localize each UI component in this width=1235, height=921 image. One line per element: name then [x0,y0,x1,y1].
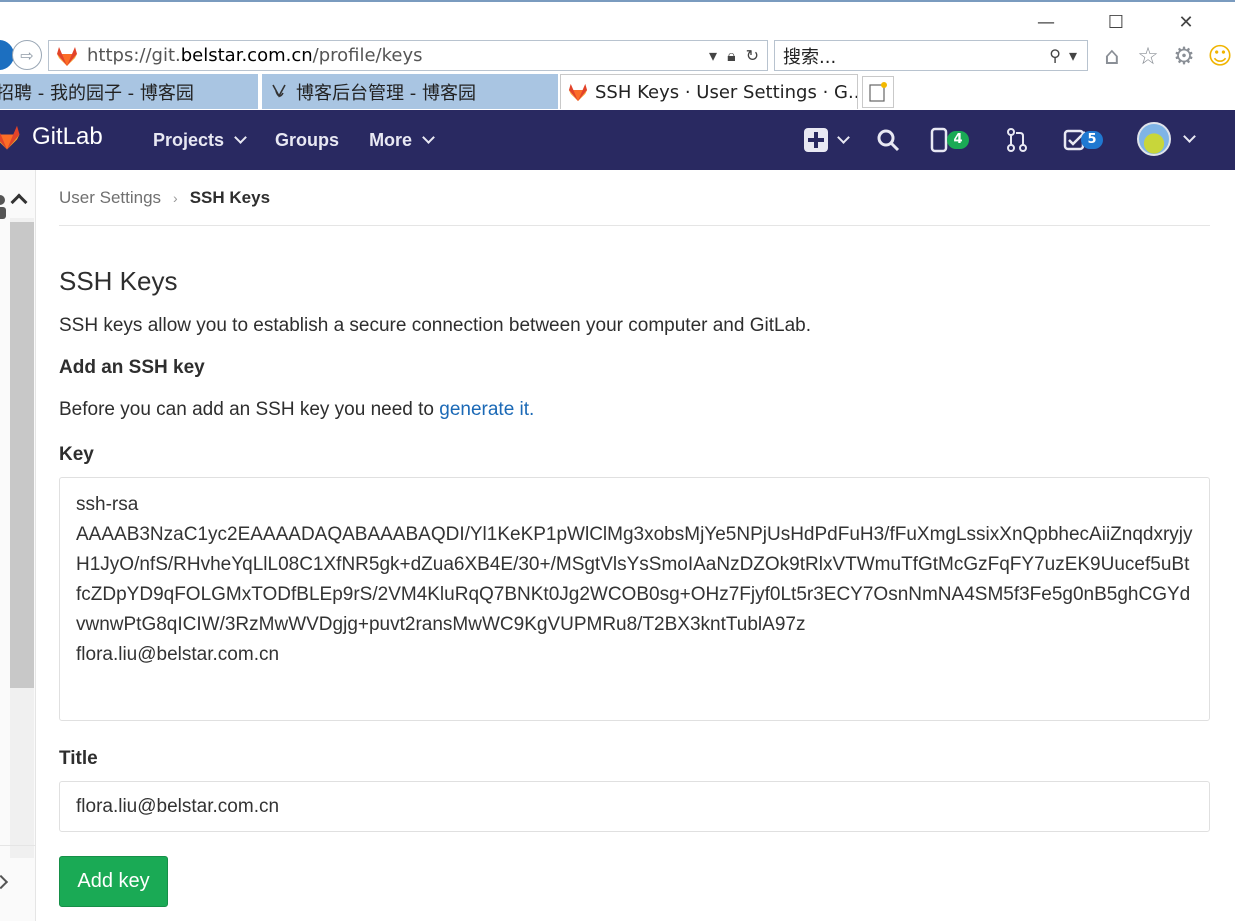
todos-count-badge: 5 [1081,131,1103,149]
chevron-down-icon [837,131,850,144]
user-profile-icon[interactable] [0,192,10,220]
chevron-down-icon [422,131,435,144]
settings-sidebar [0,170,36,921]
add-key-button[interactable]: Add key [59,856,168,907]
breadcrumb-user-settings[interactable]: User Settings [59,188,161,208]
title-label: Title [59,748,98,769]
chevron-up-icon[interactable] [10,193,28,211]
main-content: User Settings › SSH Keys SSH Keys SSH ke… [59,170,1210,907]
gitlab-home-link[interactable]: GitLab [0,122,103,152]
favorites-star-icon[interactable]: ☆ [1134,42,1162,70]
expand-sidebar-icon[interactable] [0,874,9,890]
minimize-icon[interactable]: — [1011,8,1081,36]
tab-label: 博客后台管理 - 博客园 [296,82,476,104]
key-textarea[interactable] [59,477,1210,721]
nav-more[interactable]: More [369,129,435,151]
search-icon [877,129,900,152]
browser-search-box[interactable]: 搜索... ⚲ ▾ [774,40,1088,71]
tab-recruit[interactable]: 招聘 - 我的园子 - 博客园 [0,74,258,109]
lock-icon[interactable]: 🔒︎ [727,46,736,66]
generate-hint: Before you can add an SSH key you need t… [59,399,534,421]
nav-menu: Projects Groups More [153,110,435,170]
close-window-icon[interactable]: ✕ [1151,8,1221,36]
cnblogs-icon [268,81,290,103]
address-bar[interactable]: https://git.belstar.com.cn/profile/keys … [48,40,768,71]
refresh-icon[interactable]: ↻ [746,46,759,66]
home-icon[interactable]: ⌂ [1098,42,1126,70]
breadcrumb: User Settings › SSH Keys [59,170,1210,226]
tab-blog-admin[interactable]: 博客后台管理 - 博客园 [262,74,558,109]
sidebar-scrollbar[interactable] [10,222,34,688]
nav-groups[interactable]: Groups [275,130,339,151]
feedback-smiley-icon[interactable]: ☺ [1206,42,1234,70]
avatar [1137,122,1171,156]
tab-label: SSH Keys · User Settings · G... [595,81,858,103]
merge-requests-button[interactable] [1006,124,1028,156]
tab-bar: 招聘 - 我的园子 - 博客园 博客后台管理 - 博客园 SSH Keys · … [0,74,1235,110]
tab-ssh-keys[interactable]: SSH Keys · User Settings · G... ✕ [560,74,858,109]
title-input[interactable] [59,781,1210,832]
dropdown-arrow-icon[interactable]: ▾ [709,46,717,66]
breadcrumb-ssh-keys[interactable]: SSH Keys [190,188,270,208]
hint-text: Before you can add an SSH key you need t… [59,399,440,420]
browser-chrome: — ☐ ✕ ⇨ https://git.belstar.com.cn/profi… [0,0,1235,110]
nav-projects[interactable]: Projects [153,129,247,151]
todos-button[interactable]: 5 [1063,124,1103,156]
issues-count-badge: 4 [947,131,969,149]
search-icon[interactable]: ⚲ [1049,46,1061,65]
new-tab-button[interactable] [862,76,894,108]
window-border [0,0,1235,2]
generate-it-link[interactable]: generate it. [439,399,534,420]
search-button[interactable] [876,124,900,156]
chevron-right-icon: › [173,189,178,206]
gitlab-favicon-icon [57,46,77,66]
search-tools: ⚲ ▾ [1049,46,1087,65]
sidebar-divider [0,845,36,846]
browser-toolbar: ⌂ ☆ ⚙ ☺ [1098,42,1234,70]
gitlab-favicon-icon [567,81,589,103]
add-key-heading: Add an SSH key [59,357,205,378]
brand-name: GitLab [32,123,103,150]
tab-label: 招聘 - 我的园子 - 博客园 [0,82,194,104]
address-tools: ▾ 🔒︎ ↻ [709,46,767,66]
settings-gear-icon[interactable]: ⚙ [1170,42,1198,70]
gitlab-navbar: GitLab Projects Groups More 4 5 [0,110,1235,170]
key-label: Key [59,444,94,465]
chevron-down-icon [1183,130,1196,143]
plus-square-icon [804,128,828,152]
page-description: SSH keys allow you to establish a secure… [59,315,811,336]
nav-label: Groups [275,129,340,150]
page-title: SSH Keys [59,266,178,296]
forward-button[interactable]: ⇨ [12,40,42,70]
search-input[interactable]: 搜索... [783,43,1049,69]
maximize-icon[interactable]: ☐ [1081,8,1151,36]
url-text: https://git.belstar.com.cn/profile/keys [87,45,423,66]
chevron-down-icon [234,131,247,144]
new-tab-icon [869,82,887,102]
issues-button[interactable]: 4 [929,124,969,156]
nav-label: Projects [153,129,225,150]
new-item-dropdown[interactable] [803,124,850,156]
window-controls: — ☐ ✕ [1011,8,1221,36]
forward-arrow-icon: ⇨ [20,45,34,65]
merge-request-icon [1007,128,1027,152]
search-dropdown-icon[interactable]: ▾ [1069,46,1077,65]
user-menu[interactable] [1137,122,1196,156]
gitlab-logo-icon [0,125,20,150]
nav-label: More [369,129,413,150]
